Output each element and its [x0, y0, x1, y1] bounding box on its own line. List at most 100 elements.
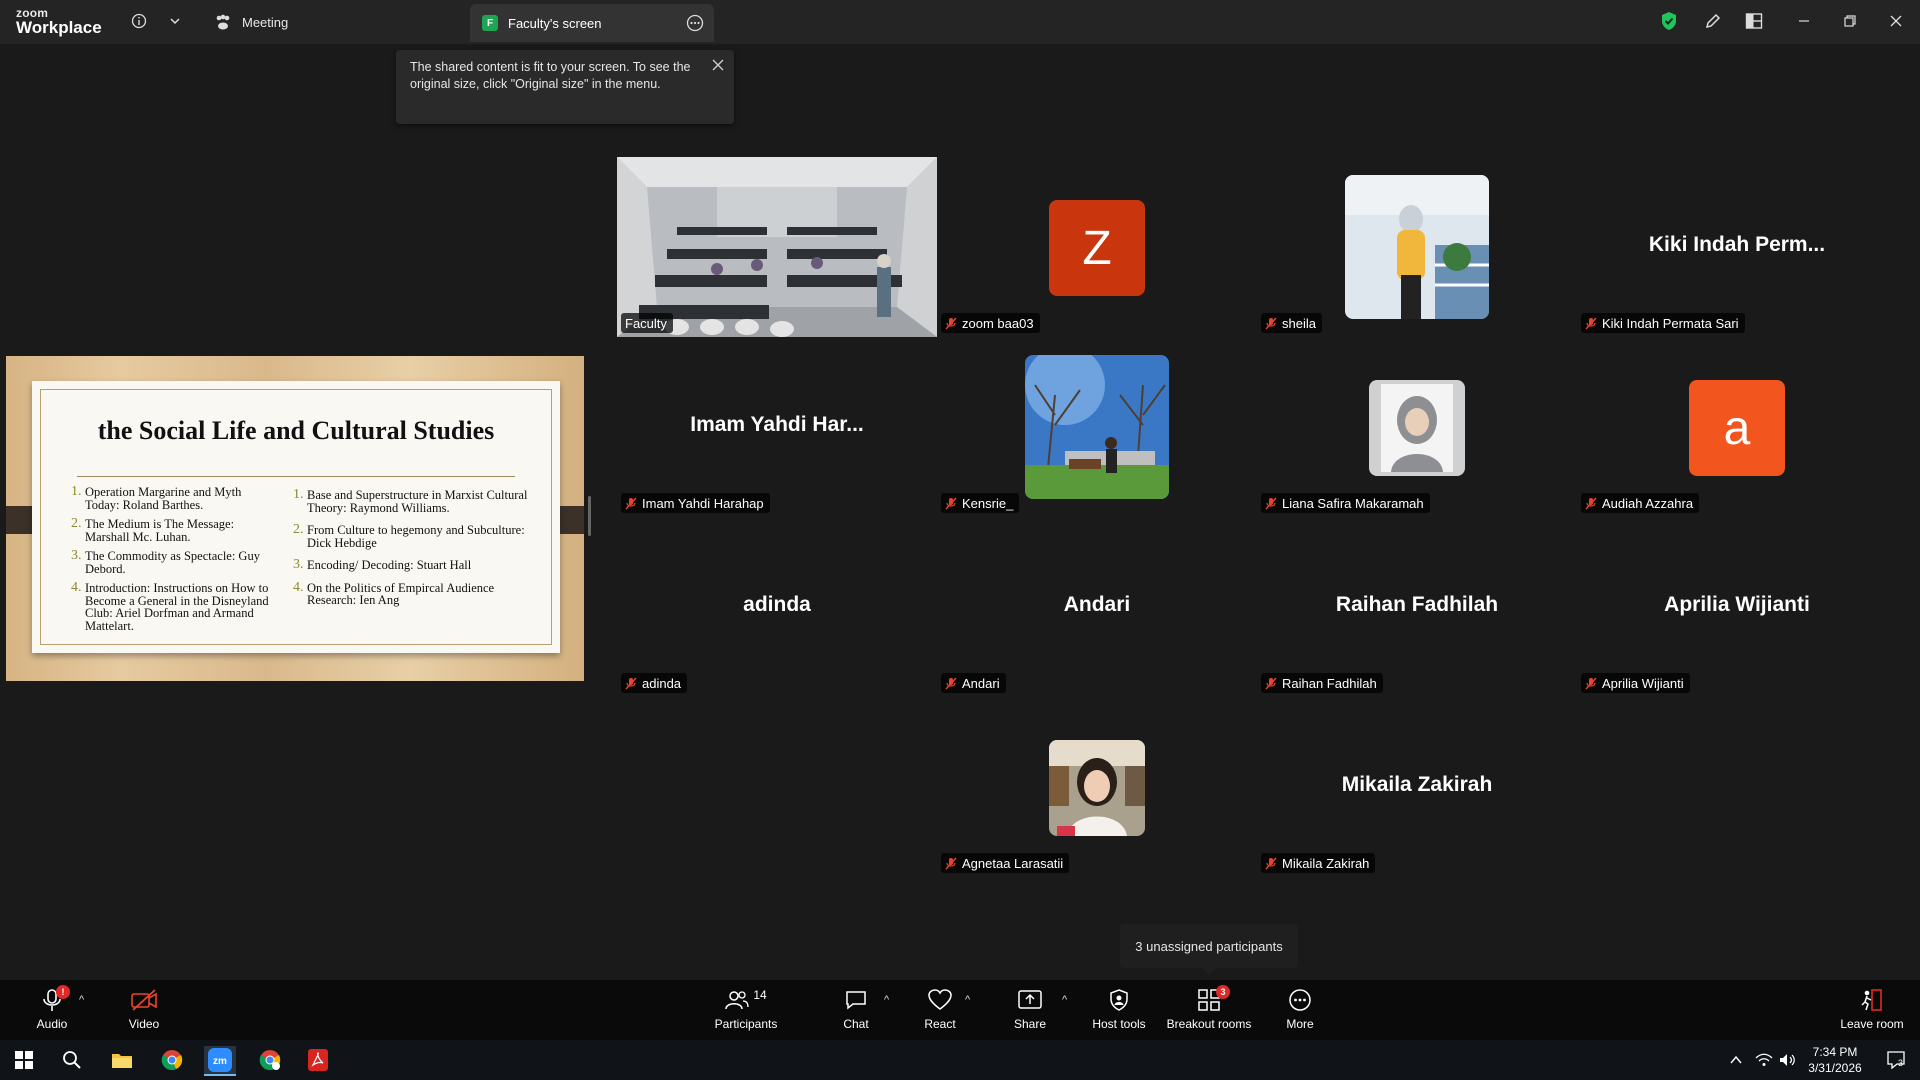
participant-tile-faculty[interactable]: Faculty: [617, 157, 937, 337]
participant-photo: [1345, 175, 1489, 319]
meeting-toolbar: ! Audio ^ Video 14 Participants Chat ^ R…: [0, 980, 1920, 1040]
share-button[interactable]: Share: [990, 986, 1070, 1031]
item-text: The Commodity as Spectacle: Guy Debord.: [85, 549, 260, 576]
file-explorer-icon[interactable]: [106, 1046, 138, 1074]
avatar-letter: a: [1723, 401, 1751, 455]
breakout-rooms-button[interactable]: 3 Breakout rooms: [1164, 985, 1254, 1031]
search-icon[interactable]: [56, 1046, 88, 1074]
chat-button[interactable]: Chat: [816, 986, 896, 1031]
participant-name-label: Andari: [941, 673, 1006, 693]
video-button[interactable]: Video: [104, 986, 184, 1031]
participants-icon: [725, 991, 749, 1010]
zoom-taskbar-icon[interactable]: zm: [204, 1046, 236, 1076]
participant-name: Andari: [962, 675, 1000, 691]
more-button[interactable]: More: [1260, 986, 1340, 1031]
react-button[interactable]: React: [900, 986, 980, 1031]
clock-time: 7:34 PM: [1812, 1045, 1858, 1059]
participant-name-label: Agnetaa Larasatii: [941, 853, 1070, 873]
participant-name: Aprilia Wijianti: [1602, 675, 1684, 691]
windows-taskbar: zm 7:34 PM 3/31/2026 3: [0, 1040, 1920, 1080]
slide-list-item: 3. The Commodity as Spectacle: Guy Debord…: [71, 549, 271, 576]
mic-muted-icon: [1265, 677, 1277, 689]
notification-center-icon[interactable]: 3: [1880, 1046, 1912, 1074]
participant-tile-kiki[interactable]: Kiki Indah Perm... Kiki Indah Permata Sa…: [1577, 157, 1897, 337]
host-shield-icon: [1110, 989, 1128, 1011]
participant-tile-andari[interactable]: Andari Andari: [937, 517, 1257, 697]
participant-name-label: Kiki Indah Permata Sari: [1581, 313, 1745, 333]
host-tools-label: Host tools: [1092, 1017, 1146, 1031]
item-text: Encoding/ Decoding: Stuart Hall: [307, 558, 472, 572]
leave-room-button[interactable]: Leave room: [1830, 986, 1914, 1031]
mic-muted-icon: [1265, 497, 1277, 509]
mic-muted-icon: [625, 497, 637, 509]
participant-name: sheila: [1282, 315, 1316, 331]
chrome-profile-icon[interactable]: [254, 1046, 286, 1074]
restore-window-icon[interactable]: [1839, 10, 1861, 32]
unassigned-participants-tooltip[interactable]: 3 unassigned participants: [1120, 924, 1298, 975]
network-icon[interactable]: [1752, 1046, 1776, 1074]
chat-options-caret-icon[interactable]: ^: [884, 994, 889, 1006]
acrobat-icon[interactable]: [302, 1046, 334, 1074]
participant-tile-agnetaa[interactable]: Agnetaa Larasatii: [937, 697, 1257, 877]
shared-screen-slide: the Social Life and Cultural Studies 1. O…: [6, 356, 584, 681]
item-text: Introduction: Instructions on How to Bec…: [85, 581, 269, 633]
slide-divider: [77, 476, 515, 477]
participant-tile-kensrie[interactable]: Kensrie_: [937, 337, 1257, 517]
slide-left-column: 1. Operation Margarine and Myth Today: Ro…: [71, 485, 271, 639]
mic-muted-icon: [945, 677, 957, 689]
share-label: Share: [1013, 1017, 1047, 1031]
chat-bubble-icon: [846, 991, 866, 1010]
shield-check-icon[interactable]: [1658, 10, 1680, 32]
mic-muted-icon: [1265, 857, 1277, 869]
close-window-icon[interactable]: [1885, 10, 1907, 32]
chrome-icon[interactable]: [156, 1046, 188, 1074]
meeting-info-icon[interactable]: [128, 10, 150, 32]
system-clock[interactable]: 7:34 PM 3/31/2026: [1790, 1044, 1880, 1076]
participant-name: Imam Yahdi Harahap: [642, 495, 764, 511]
participant-tile-liana[interactable]: Liana Safira Makaramah: [1257, 337, 1577, 517]
chevron-down-icon[interactable]: [164, 10, 186, 32]
split-view-handle[interactable]: [588, 496, 591, 536]
minimize-icon[interactable]: [1793, 10, 1815, 32]
share-options-caret-icon[interactable]: ^: [1062, 994, 1067, 1006]
participant-tile-raihan[interactable]: Raihan Fadhilah Raihan Fadhilah: [1257, 517, 1577, 697]
participant-tile-audiah[interactable]: a Audiah Azzahra: [1577, 337, 1897, 517]
slide-list-item: 4. On the Politics of Empircal Audience R…: [293, 580, 531, 607]
slide-list-item: 4. Introduction: Instructions on How to B…: [71, 581, 271, 633]
audio-button[interactable]: ! Audio: [12, 985, 92, 1031]
show-hidden-icons-chevron-icon[interactable]: [1726, 1046, 1746, 1074]
react-options-caret-icon[interactable]: ^: [965, 994, 970, 1006]
svg-text:zm: zm: [213, 1056, 227, 1067]
close-icon[interactable]: [712, 58, 724, 76]
meeting-tab[interactable]: Meeting: [214, 8, 288, 36]
audio-alert-badge: !: [56, 985, 70, 999]
host-tools-button[interactable]: Host tools: [1079, 986, 1159, 1031]
item-number: 1.: [293, 487, 304, 502]
participant-display-name: Andari: [1063, 593, 1131, 616]
item-number: 2.: [293, 522, 304, 537]
participant-display-name: Imam Yahdi Har...: [690, 413, 864, 436]
item-text: Base and Superstructure in Marxist Cultu…: [307, 488, 528, 515]
participants-button[interactable]: 14 Participants: [706, 986, 786, 1031]
mic-muted-icon: [625, 677, 637, 689]
participant-tile-adinda[interactable]: adinda adinda: [617, 517, 937, 697]
annotate-pen-icon[interactable]: [1702, 10, 1724, 32]
participant-name: Kiki Indah Permata Sari: [1602, 315, 1739, 331]
audio-label: Audio: [36, 1017, 68, 1031]
participant-tile-aprilia[interactable]: Aprilia Wijianti Aprilia Wijianti: [1577, 517, 1897, 697]
participant-tile-imam[interactable]: Imam Yahdi Har... Imam Yahdi Harahap: [617, 337, 937, 517]
participants-paw-icon: [216, 14, 230, 30]
video-label: Video: [128, 1017, 160, 1031]
tab-faculty-screen[interactable]: F Faculty's screen: [470, 4, 714, 42]
view-layout-icon[interactable]: [1743, 10, 1765, 32]
audio-options-caret-icon[interactable]: ^: [79, 994, 84, 1006]
participant-name: Audiah Azzahra: [1602, 495, 1694, 511]
item-number: 2.: [71, 516, 82, 531]
participant-tile-zoom-baa03[interactable]: Z zoom baa03: [937, 157, 1257, 337]
participant-tile-sheila[interactable]: sheila: [1257, 157, 1577, 337]
mic-muted-icon: [1265, 317, 1277, 329]
more-options-icon[interactable]: [686, 14, 704, 37]
windows-start-icon[interactable]: [8, 1046, 40, 1074]
participant-tile-mikaila[interactable]: Mikaila Zakirah Mikaila Zakirah: [1257, 697, 1577, 877]
slide-list-item: 3. Encoding/ Decoding: Stuart Hall: [293, 558, 531, 572]
